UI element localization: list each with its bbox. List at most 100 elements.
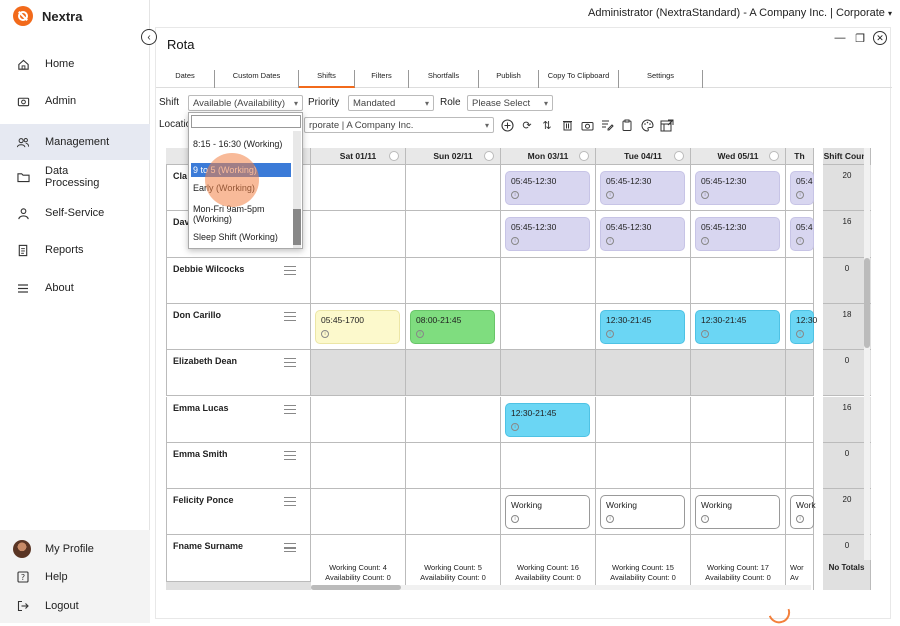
dropdown-search-input[interactable]: [191, 115, 301, 128]
rota-cell[interactable]: [406, 442, 501, 490]
rota-cell[interactable]: Working i: [596, 489, 691, 536]
rota-cell[interactable]: [406, 350, 501, 397]
rota-cell[interactable]: [786, 442, 814, 490]
rota-cell[interactable]: [501, 350, 596, 397]
rota-cell[interactable]: [501, 257, 596, 304]
role-select[interactable]: Please Select: [467, 95, 553, 111]
rota-cell[interactable]: [691, 396, 786, 443]
camera-icon[interactable]: [580, 118, 594, 132]
rota-cell[interactable]: [786, 257, 814, 304]
sidebar-item-admin[interactable]: Admin: [0, 93, 150, 109]
sort-icon[interactable]: ⇅: [540, 118, 554, 132]
shift-block[interactable]: 08:00-21:45 i: [410, 309, 495, 344]
location-select[interactable]: rporate | A Company Inc.: [304, 117, 494, 133]
rota-cell[interactable]: 12:30-21:45 i: [691, 303, 786, 351]
column-toggle-icon[interactable]: [579, 151, 589, 161]
shift-block[interactable]: Working i: [505, 495, 590, 530]
shift-block[interactable]: 05:45-12:30 i: [600, 171, 685, 205]
sidebar-item-about[interactable]: About: [0, 280, 150, 296]
day-column-header[interactable]: Tue 04/11: [596, 148, 691, 165]
dropdown-option[interactable]: Mon-Fri 9am-5pm (Working): [191, 202, 291, 226]
day-column-header[interactable]: Th: [786, 148, 814, 165]
shift-block[interactable]: 12:30-21:45 i: [505, 402, 590, 437]
sidebar-item-self-service[interactable]: Self-Service: [0, 205, 150, 221]
rota-cell[interactable]: [596, 350, 691, 397]
info-icon[interactable]: i: [701, 237, 709, 246]
rota-cell[interactable]: 08:00-21:45 i: [406, 303, 501, 351]
shift-select[interactable]: Available (Availability): [188, 95, 303, 111]
sidebar-item-data-processing[interactable]: Data Processing: [0, 164, 150, 190]
rota-cell[interactable]: [501, 303, 596, 351]
info-icon[interactable]: i: [606, 237, 614, 246]
edit-list-icon[interactable]: [600, 118, 614, 132]
tab-settings[interactable]: Settings: [619, 70, 703, 88]
info-icon[interactable]: i: [701, 191, 709, 199]
scrollbar-thumb[interactable]: [311, 585, 401, 590]
tab-shifts[interactable]: Shifts: [299, 70, 355, 88]
rota-cell[interactable]: [596, 257, 691, 304]
rota-cell[interactable]: [406, 489, 501, 536]
scrollbar-thumb[interactable]: [864, 258, 870, 348]
shift-block[interactable]: 05:45-12:30 i: [505, 217, 590, 252]
sidebar-item-my-profile[interactable]: My Profile: [0, 540, 150, 558]
info-icon[interactable]: i: [606, 515, 614, 524]
sidebar-item-reports[interactable]: Reports: [0, 242, 150, 258]
tab-shortfalls[interactable]: Shortfalls: [409, 70, 479, 88]
restore-icon[interactable]: ❐: [853, 31, 867, 45]
row-menu-icon[interactable]: [284, 311, 296, 321]
day-column-header[interactable]: Wed 05/11: [691, 148, 786, 165]
vertical-scrollbar[interactable]: [864, 148, 870, 560]
collapse-sidebar-button[interactable]: ‹: [141, 29, 157, 45]
row-menu-icon[interactable]: [284, 497, 296, 507]
tab-publish[interactable]: Publish: [479, 70, 539, 88]
rota-cell[interactable]: 12:30-21:45 i: [596, 303, 691, 351]
shift-block[interactable]: 12:30-21:45 i: [600, 309, 685, 344]
employee-name-cell[interactable]: Don Carillo: [166, 303, 311, 351]
rota-cell[interactable]: Working i: [691, 489, 786, 536]
export-icon[interactable]: [660, 118, 674, 132]
rota-cell[interactable]: [596, 396, 691, 443]
rota-cell[interactable]: [596, 442, 691, 490]
tab-filters[interactable]: Filters: [355, 70, 409, 88]
info-icon[interactable]: i: [701, 515, 709, 524]
shift-block[interactable]: Work i: [790, 495, 816, 530]
row-menu-icon[interactable]: [284, 450, 296, 460]
tab-dates[interactable]: Dates: [156, 70, 215, 88]
info-icon[interactable]: i: [796, 329, 804, 338]
rota-cell[interactable]: [311, 350, 406, 397]
column-toggle-icon[interactable]: [674, 151, 684, 161]
sidebar-item-logout[interactable]: Logout: [0, 598, 150, 614]
rota-cell[interactable]: [786, 396, 814, 443]
rota-cell[interactable]: 12:30 i: [786, 303, 817, 351]
clipboard-icon[interactable]: [620, 118, 634, 132]
rota-cell[interactable]: 12:30-21:45 i: [501, 396, 596, 443]
dropdown-option[interactable]: Sleep Shift (Working): [191, 230, 291, 244]
info-icon[interactable]: i: [796, 191, 804, 199]
shift-block[interactable]: 05:45-12:30 i: [505, 171, 590, 205]
rota-cell[interactable]: 05:45-1700 i: [311, 303, 406, 351]
tab-custom-dates[interactable]: Custom Dates: [215, 70, 299, 88]
shift-block[interactable]: 05:45-12:30 i: [695, 217, 780, 252]
shift-block[interactable]: 12:30-21:45 i: [695, 309, 780, 344]
day-column-header[interactable]: Sat 01/11: [311, 148, 406, 165]
rota-cell[interactable]: [501, 442, 596, 490]
info-icon[interactable]: i: [321, 329, 329, 338]
rota-cell[interactable]: [311, 442, 406, 490]
rota-cell[interactable]: 05:45-12:30 i: [691, 211, 786, 258]
add-icon[interactable]: [500, 118, 514, 132]
refresh-icon[interactable]: ⟳: [520, 118, 534, 132]
rota-cell[interactable]: [406, 396, 501, 443]
rota-cell[interactable]: [691, 257, 786, 304]
info-icon[interactable]: i: [796, 237, 804, 246]
info-icon[interactable]: i: [511, 515, 519, 524]
shift-block[interactable]: 05:45-1700 i: [315, 309, 400, 344]
rota-cell[interactable]: 05:45-12:30 i: [691, 165, 786, 212]
rota-cell[interactable]: [691, 350, 786, 397]
tab-copy-to-clipboard[interactable]: Copy To Clipboard: [539, 70, 619, 88]
dropdown-option[interactable]: 8:15 - 16:30 (Working): [191, 137, 291, 151]
rota-cell[interactable]: Working i: [501, 489, 596, 536]
employee-name-cell[interactable]: Debbie Wilcocks: [166, 257, 311, 304]
user-context-menu[interactable]: Administrator (NextraStandard) - A Compa…: [588, 7, 892, 19]
rota-cell[interactable]: [311, 211, 406, 258]
shift-block[interactable]: 05:4 i: [790, 171, 814, 205]
